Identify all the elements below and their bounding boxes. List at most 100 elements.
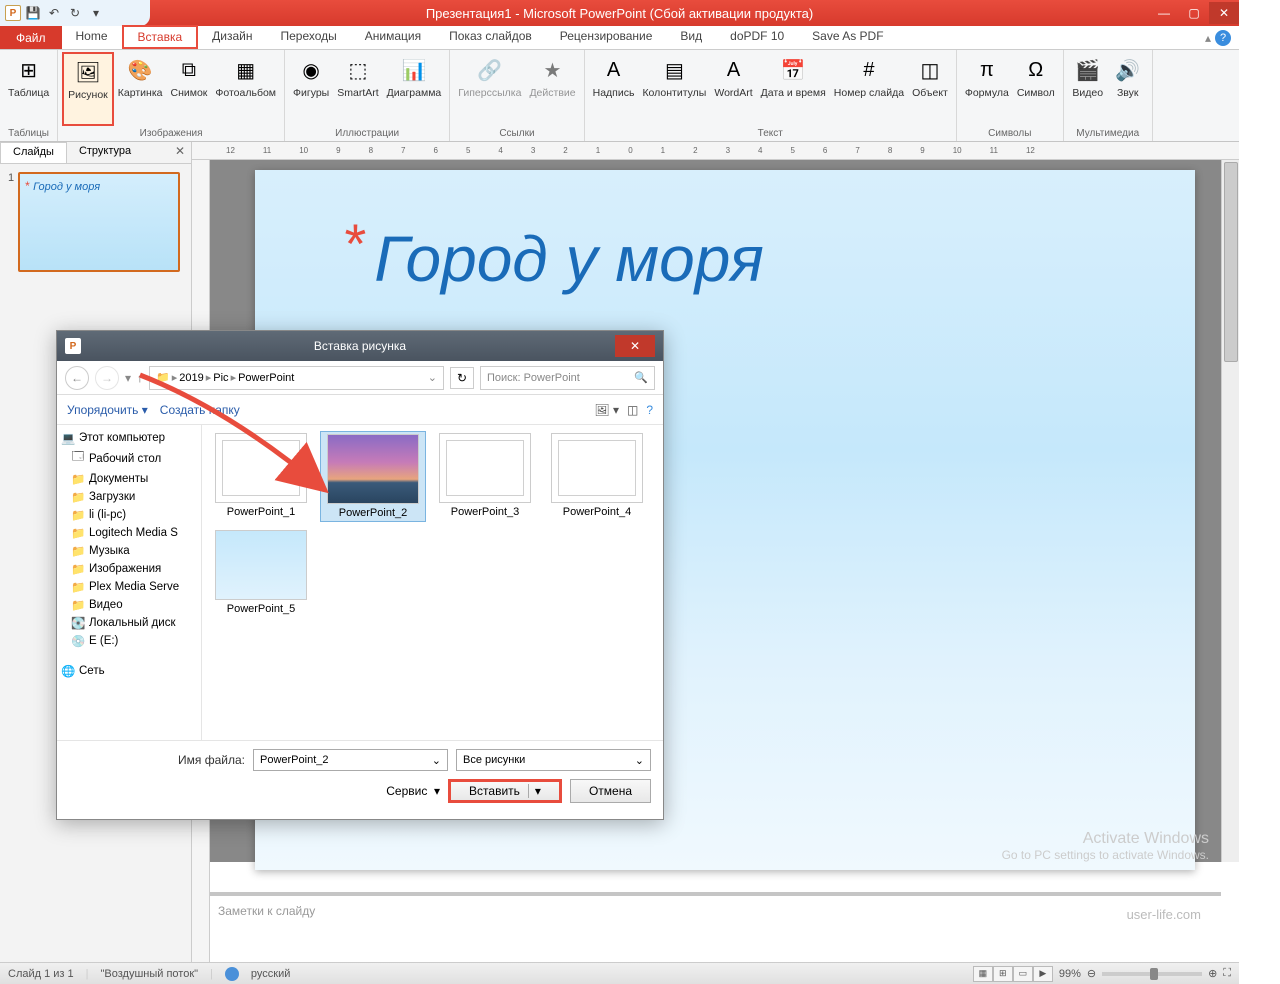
ribbon-видео-button[interactable]: 🎬Видео: [1068, 52, 1108, 126]
tree-item[interactable]: 📁Logitech Media S: [57, 524, 201, 542]
slide-title-box[interactable]: * Город у моря: [345, 222, 1155, 296]
tree-item[interactable]: 📁Видео: [57, 596, 201, 614]
search-icon[interactable]: 🔍: [634, 371, 648, 384]
tree-item[interactable]: 📁Музыка: [57, 542, 201, 560]
file-item[interactable]: PowerPoint_3: [432, 431, 538, 522]
notes-pane[interactable]: Заметки к слайду user-life.com: [210, 892, 1221, 962]
ribbon-smartart-button[interactable]: ⬚SmartArt: [333, 52, 382, 126]
ribbon-диаграмма-button[interactable]: 📊Диаграмма: [383, 52, 446, 126]
save-button[interactable]: 💾: [24, 4, 42, 22]
organize-button[interactable]: Упорядочить ▾: [67, 403, 148, 417]
close-button[interactable]: ✕: [1209, 2, 1239, 24]
ribbon-символ-button[interactable]: ΩСимвол: [1013, 52, 1059, 126]
panel-close-icon[interactable]: ✕: [169, 142, 191, 163]
panel-tab-slides[interactable]: Слайды: [0, 142, 67, 163]
ribbon-рисунок-button[interactable]: 🖼Рисунок: [62, 52, 114, 126]
crumb-chevron-icon[interactable]: ▸: [172, 371, 178, 384]
file-item[interactable]: PowerPoint_4: [544, 431, 650, 522]
ribbon-надпись-button[interactable]: AНадпись: [589, 52, 639, 126]
crumb-chevron-icon[interactable]: ▸: [206, 371, 212, 384]
chevron-down-icon[interactable]: ▾: [125, 371, 131, 385]
cancel-button[interactable]: Отмена: [570, 779, 651, 803]
tab-animations[interactable]: Анимация: [351, 26, 435, 49]
tree-item[interactable]: 🗔Рабочий стол: [57, 447, 201, 470]
fit-window-icon[interactable]: ⛶: [1223, 967, 1231, 980]
dialog-titlebar[interactable]: P Вставка рисунка ✕: [57, 331, 663, 361]
ribbon-действие-button[interactable]: ★Действие: [525, 52, 579, 126]
insert-dropdown-icon[interactable]: ▾: [528, 784, 541, 798]
maximize-button[interactable]: ▢: [1179, 2, 1209, 24]
new-folder-button[interactable]: Создать папку: [160, 403, 240, 417]
insert-button[interactable]: Вставить ▾: [448, 779, 562, 803]
help-icon[interactable]: ?: [1215, 30, 1231, 46]
zoom-slider[interactable]: [1102, 972, 1202, 976]
ribbon-звук-button[interactable]: 🔊Звук: [1108, 52, 1148, 126]
reading-view-button[interactable]: ▭: [1013, 966, 1033, 982]
tab-view[interactable]: Вид: [666, 26, 716, 49]
minimize-button[interactable]: —: [1149, 2, 1179, 24]
ribbon-колонтитулы-button[interactable]: ▤Колонтитулы: [638, 52, 710, 126]
tree-item[interactable]: 🌐Сеть: [57, 662, 201, 680]
undo-button[interactable]: ↶: [45, 4, 63, 22]
zoom-in-icon[interactable]: ⊕: [1208, 967, 1217, 980]
breadcrumb-item[interactable]: 2019: [179, 372, 203, 384]
filename-input[interactable]: PowerPoint_2 ⌄: [253, 749, 448, 771]
tab-slideshow[interactable]: Показ слайдов: [435, 26, 546, 49]
scrollbar-thumb[interactable]: [1224, 162, 1238, 362]
dialog-help-icon[interactable]: ?: [646, 403, 653, 417]
tree-item[interactable]: 📁Plex Media Serve: [57, 578, 201, 596]
ribbon-фотоальбом-button[interactable]: ▦Фотоальбом: [211, 52, 280, 126]
nav-back-button[interactable]: ←: [65, 366, 89, 390]
breadcrumb-bar[interactable]: 📁 ▸ 2019 ▸ Pic ▸ PowerPoint ⌄: [149, 366, 444, 390]
search-input[interactable]: Поиск: PowerPoint 🔍: [480, 366, 655, 390]
zoom-out-icon[interactable]: ⊖: [1087, 967, 1096, 980]
file-item[interactable]: PowerPoint_2: [320, 431, 426, 522]
ribbon-номер-слайда-button[interactable]: #Номер слайда: [830, 52, 908, 126]
zoom-level[interactable]: 99%: [1059, 968, 1081, 980]
file-item[interactable]: PowerPoint_5: [208, 528, 314, 617]
service-button[interactable]: Сервис ▾: [386, 784, 440, 798]
ribbon-minimize-icon[interactable]: ▴: [1205, 31, 1211, 45]
normal-view-button[interactable]: ▦: [973, 966, 993, 982]
nav-up-button[interactable]: ↑: [137, 371, 143, 385]
ribbon-картинка-button[interactable]: 🎨Картинка: [114, 52, 167, 126]
sorter-view-button[interactable]: ⊞: [993, 966, 1013, 982]
ribbon-формула-button[interactable]: πФормула: [961, 52, 1013, 126]
refresh-button[interactable]: ↻: [450, 367, 474, 389]
ribbon-дата-и-время-button[interactable]: 📅Дата и время: [757, 52, 830, 126]
vertical-scrollbar[interactable]: [1221, 160, 1239, 862]
dialog-close-button[interactable]: ✕: [615, 335, 655, 357]
qat-more-button[interactable]: ▾: [87, 4, 105, 22]
tab-insert[interactable]: Вставка: [122, 25, 199, 49]
file-item[interactable]: PowerPoint_1: [208, 431, 314, 522]
tree-item[interactable]: 💿E (E:): [57, 632, 201, 650]
file-list[interactable]: PowerPoint_1PowerPoint_2PowerPoint_3Powe…: [202, 425, 663, 740]
tree-item[interactable]: 📁li (li-pc): [57, 506, 201, 524]
slideshow-view-button[interactable]: ▶: [1033, 966, 1053, 982]
language-icon[interactable]: [225, 967, 239, 981]
slide-thumbnail[interactable]: 1 * Город у моря: [8, 172, 183, 272]
tab-home[interactable]: Home: [62, 26, 122, 49]
view-mode-button[interactable]: 🖼 ▾: [594, 403, 619, 417]
tab-dopdf[interactable]: doPDF 10: [716, 26, 798, 49]
crumb-chevron-icon[interactable]: ▸: [231, 371, 237, 384]
tab-saveaspdf[interactable]: Save As PDF: [798, 26, 897, 49]
panel-tab-outline[interactable]: Структура: [67, 142, 143, 163]
ribbon-фигуры-button[interactable]: ◉Фигуры: [289, 52, 333, 126]
preview-pane-button[interactable]: ◫: [627, 403, 638, 417]
breadcrumb-item[interactable]: Pic: [213, 372, 228, 384]
ribbon-wordart-button[interactable]: AWordArt: [710, 52, 756, 126]
tree-item[interactable]: 📁Изображения: [57, 560, 201, 578]
tab-design[interactable]: Дизайн: [198, 26, 266, 49]
tree-item[interactable]: 💻Этот компьютер: [57, 429, 201, 447]
tree-item[interactable]: 💽Локальный диск: [57, 614, 201, 632]
zoom-handle[interactable]: [1150, 968, 1158, 980]
crumb-dropdown-icon[interactable]: ⌄: [428, 371, 437, 384]
dropdown-icon[interactable]: ⌄: [635, 754, 644, 767]
tab-review[interactable]: Рецензирование: [546, 26, 667, 49]
ribbon-объект-button[interactable]: ◫Объект: [908, 52, 952, 126]
tab-transitions[interactable]: Переходы: [266, 26, 350, 49]
dropdown-icon[interactable]: ⌄: [432, 754, 441, 767]
tree-item[interactable]: 📁Загрузки: [57, 488, 201, 506]
redo-button[interactable]: ↻: [66, 4, 84, 22]
